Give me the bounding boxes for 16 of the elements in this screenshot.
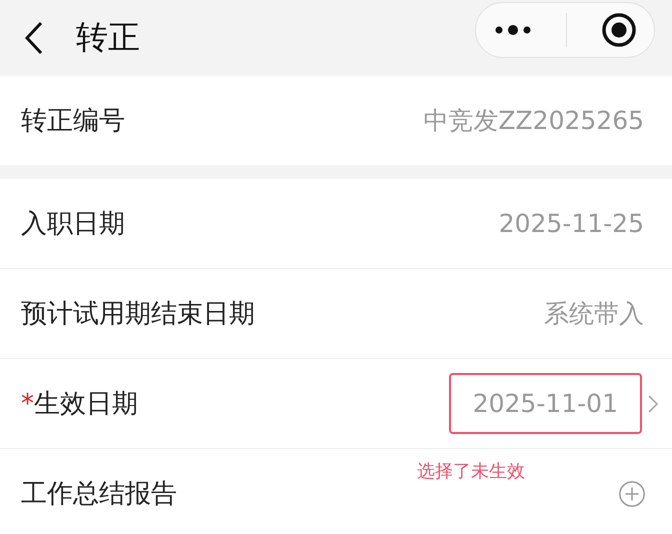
- back-icon[interactable]: [24, 21, 44, 55]
- field-label: *生效日期: [21, 388, 139, 421]
- field-label: 转正编号: [21, 105, 126, 138]
- field-value: 2025-11-25: [498, 209, 644, 238]
- more-icon[interactable]: [492, 24, 533, 36]
- close-icon[interactable]: [601, 12, 638, 48]
- field-value: 系统带入: [544, 298, 644, 330]
- field-label: 工作总结报告: [21, 478, 178, 511]
- chevron-icon: [648, 394, 658, 412]
- page-title: 转正: [76, 17, 140, 58]
- add-icon[interactable]: [618, 480, 646, 508]
- field-label: 入职日期: [21, 208, 126, 241]
- date-picker[interactable]: 2025-11-01: [448, 373, 642, 434]
- field-value: 中竞发ZZ2025265: [423, 105, 644, 137]
- annotation-text: 选择了未生效: [417, 460, 525, 483]
- field-label: 预计试用期结束日期: [21, 298, 256, 331]
